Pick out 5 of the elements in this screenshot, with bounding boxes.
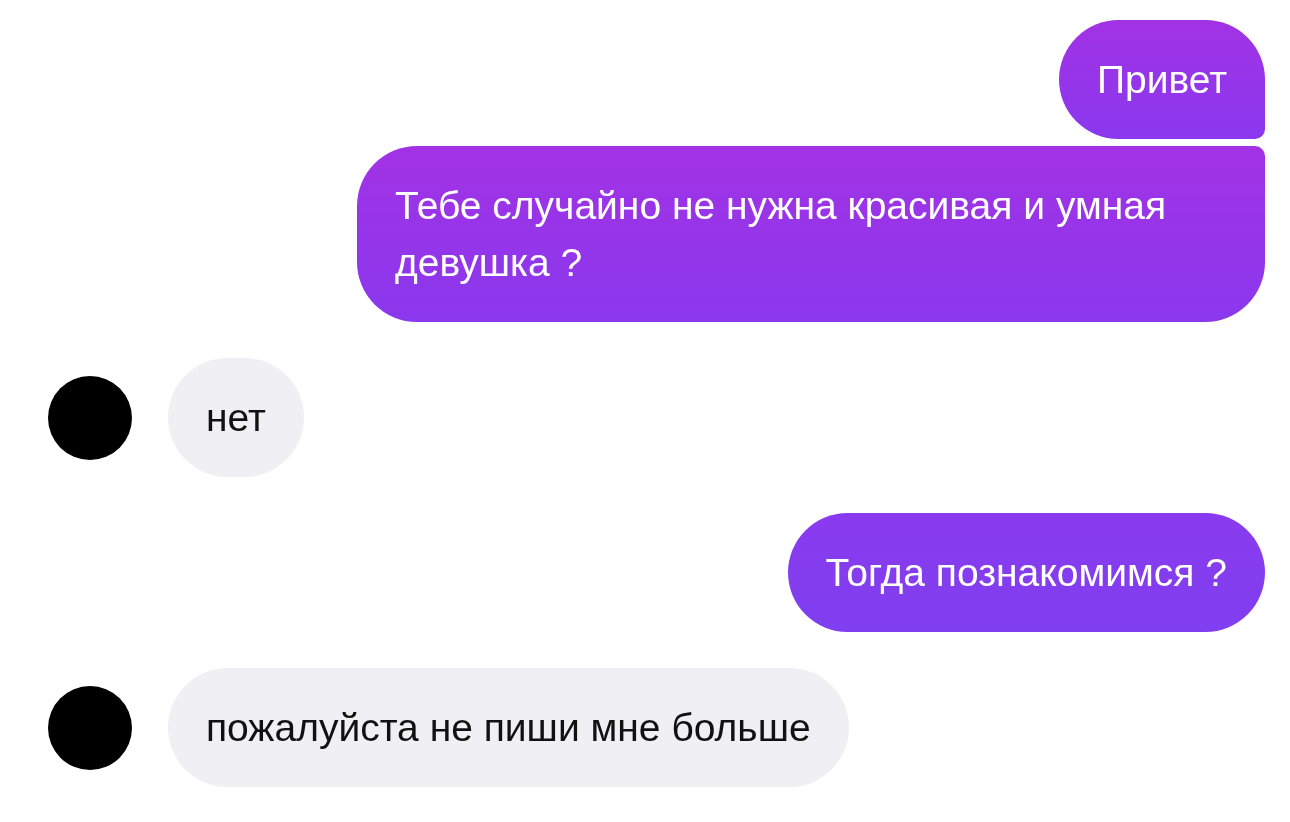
sent-message: Привет [1058, 20, 1265, 139]
received-message: нет [168, 358, 304, 477]
sent-message: Тогда познакомимся ? [787, 513, 1265, 632]
received-message: пожалуйста не пиши мне больше [168, 668, 849, 787]
sent-message: Тебе случайно не нужна красивая и умная девушка ? [357, 146, 1265, 322]
